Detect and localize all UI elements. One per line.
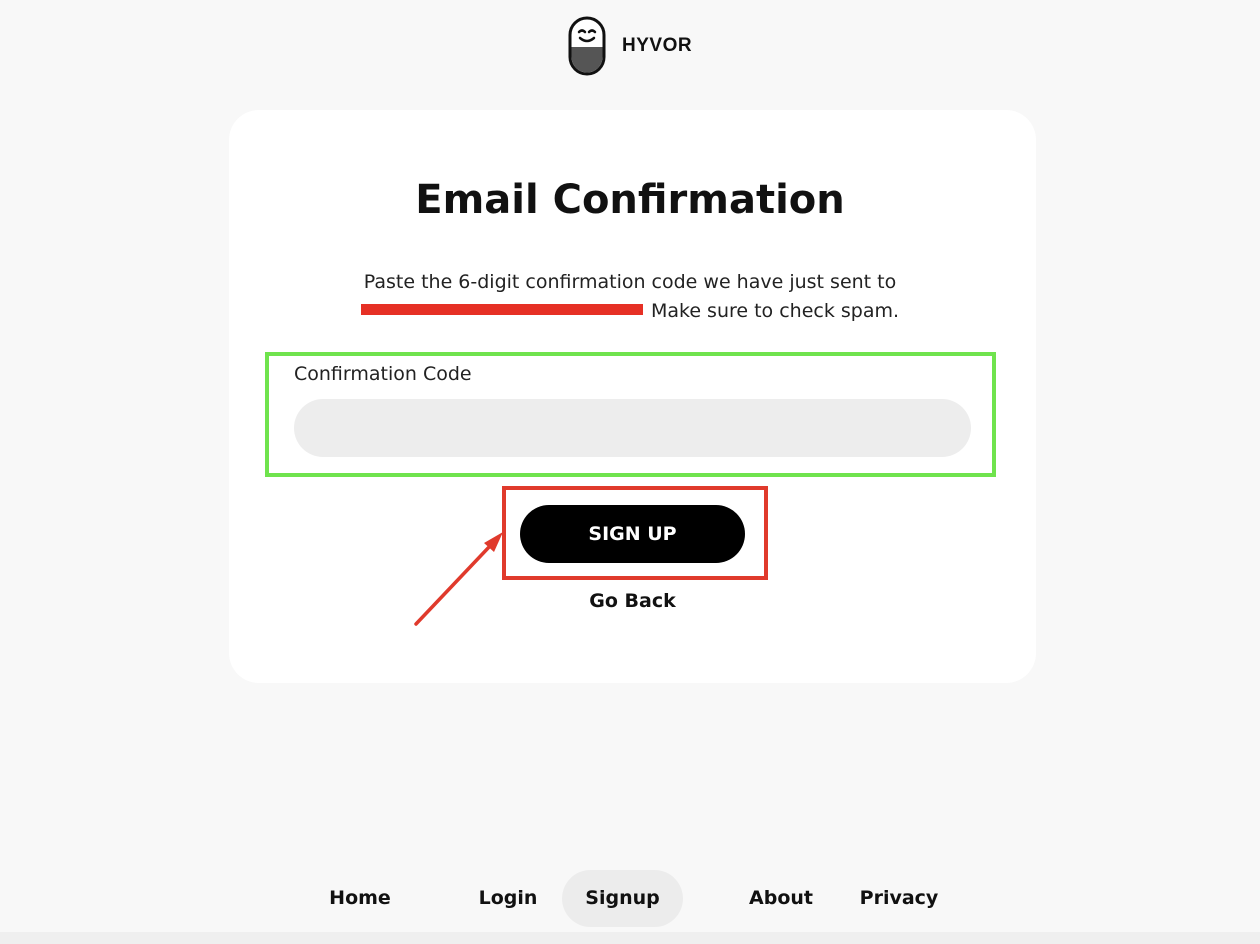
confirmation-code-label: Confirmation Code	[294, 363, 472, 385]
footer-link-login[interactable]: Login	[468, 870, 548, 927]
go-back-link[interactable]: Go Back	[540, 590, 725, 612]
page-title: Email Confirmation	[415, 177, 845, 223]
instructions-line-1: Paste the 6-digit confirmation code we h…	[363, 271, 897, 293]
footer-link-home[interactable]: Home	[318, 870, 402, 927]
footer-link-signup[interactable]: Signup	[562, 870, 683, 927]
instructions-line-2: Make sure to check spam.	[650, 300, 900, 322]
footer-link-privacy[interactable]: Privacy	[850, 870, 948, 927]
footer-nav: Home Login Signup About Privacy	[0, 870, 1260, 927]
hyvor-face-logo-icon	[568, 16, 606, 76]
footer-link-about[interactable]: About	[737, 870, 825, 927]
sign-up-button[interactable]: SIGN UP	[520, 505, 745, 563]
redacted-email	[360, 304, 643, 315]
brand-name: HYVOR	[622, 35, 693, 56]
brand-header[interactable]: HYVOR	[568, 16, 692, 76]
confirmation-code-input[interactable]	[294, 399, 971, 457]
confirmation-instructions: Paste the 6-digit confirmation code we h…	[300, 268, 960, 326]
bottom-strip	[0, 932, 1260, 944]
